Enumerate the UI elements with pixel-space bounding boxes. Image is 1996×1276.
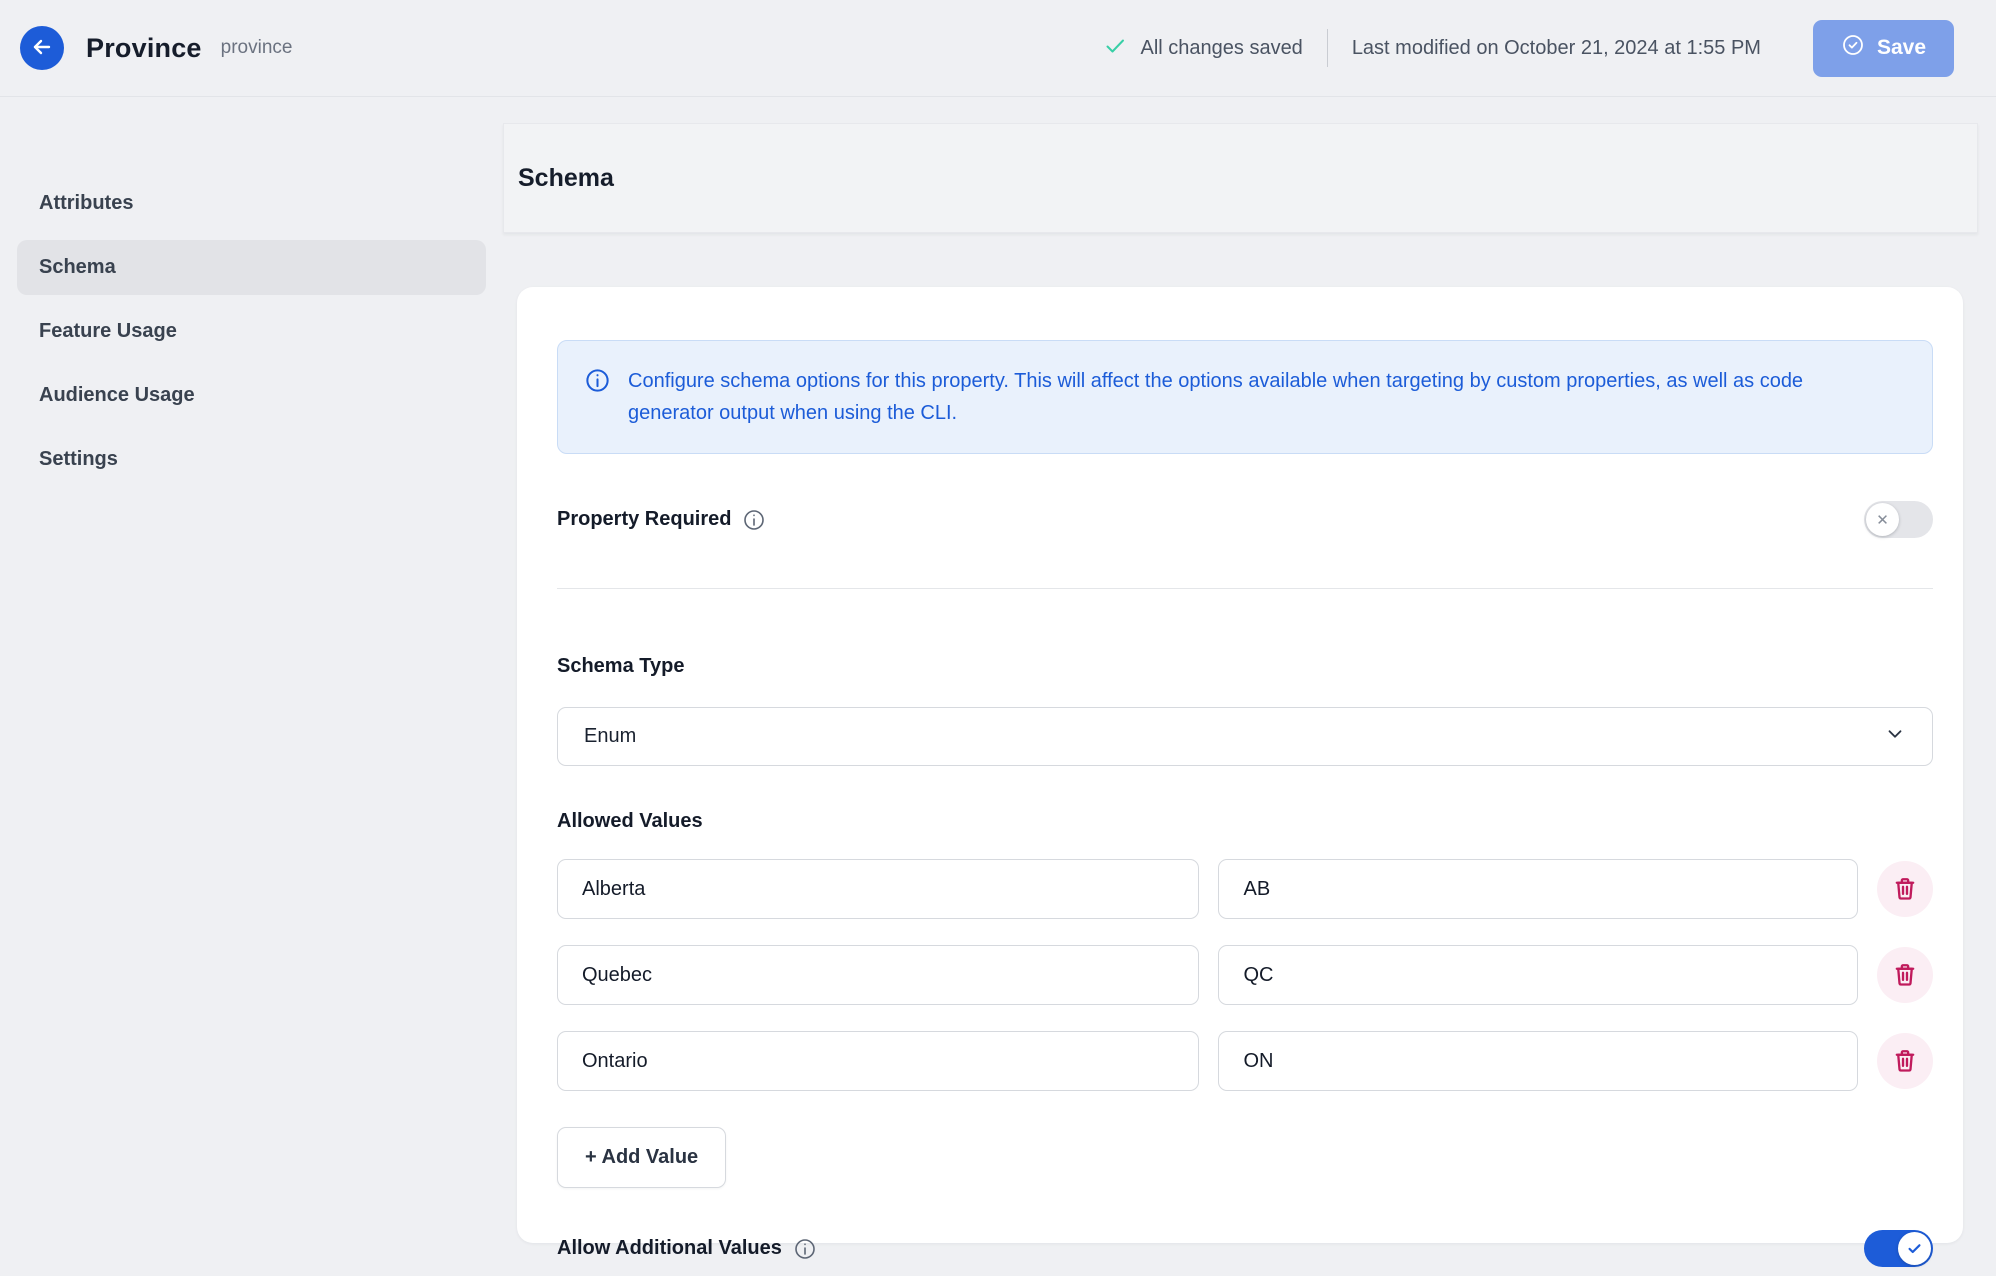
allow-additional-row: Allow Additional Values ✕ (557, 1230, 1933, 1267)
save-button[interactable]: Save (1813, 20, 1954, 77)
info-circle-icon[interactable] (742, 508, 766, 532)
back-button[interactable] (20, 26, 64, 70)
schema-type-select[interactable]: Enum (557, 707, 1933, 766)
schema-type-label: Schema Type (557, 655, 1933, 678)
property-required-row: Property Required ✕ (557, 501, 1933, 538)
sidebar-item-audience-usage[interactable]: Audience Usage (17, 368, 486, 423)
info-circle-icon[interactable] (793, 1237, 817, 1261)
allow-additional-toggle[interactable]: ✕ (1864, 1230, 1933, 1267)
property-required-label: Property Required (557, 508, 731, 531)
toggle-knob: ✕ (1898, 1232, 1931, 1265)
trash-icon (1891, 874, 1919, 905)
sidebar-item-feature-usage[interactable]: Feature Usage (17, 304, 486, 359)
allow-additional-label: Allow Additional Values (557, 1237, 782, 1260)
sidebar-item-schema[interactable]: Schema (17, 240, 486, 295)
check-icon (1103, 34, 1127, 63)
info-banner: Configure schema options for this proper… (557, 340, 1933, 454)
info-banner-text: Configure schema options for this proper… (628, 365, 1906, 429)
check-icon (1906, 1240, 1923, 1257)
x-icon: ✕ (1876, 511, 1889, 529)
property-required-toggle[interactable]: ✕ (1864, 501, 1933, 538)
add-value-button[interactable]: + Add Value (557, 1127, 726, 1188)
saved-status: All changes saved (1140, 37, 1302, 60)
allowed-value-row (557, 859, 1933, 919)
page-header-title: Province (86, 33, 202, 64)
value-name-input[interactable] (557, 945, 1199, 1005)
section-titlebar: Schema (503, 123, 1978, 233)
save-button-label: Save (1877, 36, 1926, 60)
last-modified-text: Last modified on October 21, 2024 at 1:5… (1352, 37, 1761, 60)
trash-icon (1891, 1046, 1919, 1077)
allowed-value-row (557, 945, 1933, 1005)
value-code-input[interactable] (1218, 859, 1858, 919)
value-name-input[interactable] (557, 1031, 1199, 1091)
section-title: Schema (518, 164, 614, 193)
circle-check-icon (1841, 33, 1865, 63)
allowed-values-label: Allowed Values (557, 810, 1933, 833)
toggle-knob: ✕ (1866, 503, 1899, 536)
section-divider (557, 588, 1933, 589)
delete-value-button[interactable] (1877, 861, 1933, 917)
sidebar-item-attributes[interactable]: Attributes (17, 176, 486, 231)
value-code-input[interactable] (1218, 1031, 1858, 1091)
page-header-subtitle: province (221, 37, 293, 59)
schema-card: Configure schema options for this proper… (517, 287, 1963, 1243)
sidebar-item-settings[interactable]: Settings (17, 432, 486, 487)
chevron-down-icon (1884, 723, 1906, 751)
allowed-value-row (557, 1031, 1933, 1091)
trash-icon (1891, 960, 1919, 991)
arrow-left-icon (30, 35, 54, 62)
delete-value-button[interactable] (1877, 947, 1933, 1003)
top-header: Province province All changes saved Last… (0, 0, 1996, 97)
header-divider (1327, 29, 1328, 67)
schema-type-value: Enum (584, 725, 636, 748)
value-code-input[interactable] (1218, 945, 1858, 1005)
info-circle-icon (584, 367, 611, 429)
delete-value-button[interactable] (1877, 1033, 1933, 1089)
value-name-input[interactable] (557, 859, 1199, 919)
settings-sidebar: Attributes Schema Feature Usage Audience… (0, 98, 503, 496)
